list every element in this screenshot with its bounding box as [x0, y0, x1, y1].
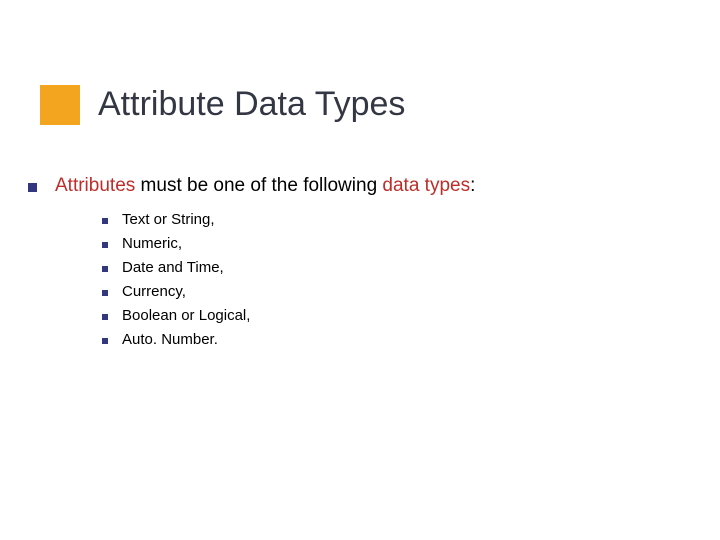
- bullet-icon: [102, 338, 108, 344]
- bullet-icon: [102, 266, 108, 272]
- bullet-icon: [102, 242, 108, 248]
- main-mid: must be one of the following: [135, 175, 382, 196]
- content-area: Attributes must be one of the following …: [28, 175, 475, 355]
- bullet-icon: [102, 218, 108, 224]
- bullet-icon: [102, 290, 108, 296]
- accent-block: [40, 85, 80, 125]
- main-text: Attributes must be one of the following …: [55, 175, 475, 197]
- sub-text: Text or String,: [122, 211, 215, 228]
- sub-list: Text or String, Numeric, Date and Time, …: [102, 211, 475, 348]
- slide-title: Attribute Data Types: [98, 85, 405, 124]
- sub-text: Numeric,: [122, 235, 182, 252]
- list-item: Numeric,: [102, 235, 475, 252]
- list-item: Boolean or Logical,: [102, 307, 475, 324]
- highlight-prefix: Attributes: [55, 175, 135, 196]
- main-suffix: :: [470, 175, 475, 196]
- list-item: Auto. Number.: [102, 331, 475, 348]
- highlight-term: data types: [382, 175, 470, 196]
- bullet-icon: [28, 183, 37, 192]
- bullet-icon: [102, 314, 108, 320]
- list-item: Date and Time,: [102, 259, 475, 276]
- main-bullet-item: Attributes must be one of the following …: [28, 175, 475, 197]
- list-item: Text or String,: [102, 211, 475, 228]
- sub-text: Date and Time,: [122, 259, 224, 276]
- sub-text: Auto. Number.: [122, 331, 218, 348]
- sub-text: Currency,: [122, 283, 186, 300]
- list-item: Currency,: [102, 283, 475, 300]
- sub-text: Boolean or Logical,: [122, 307, 250, 324]
